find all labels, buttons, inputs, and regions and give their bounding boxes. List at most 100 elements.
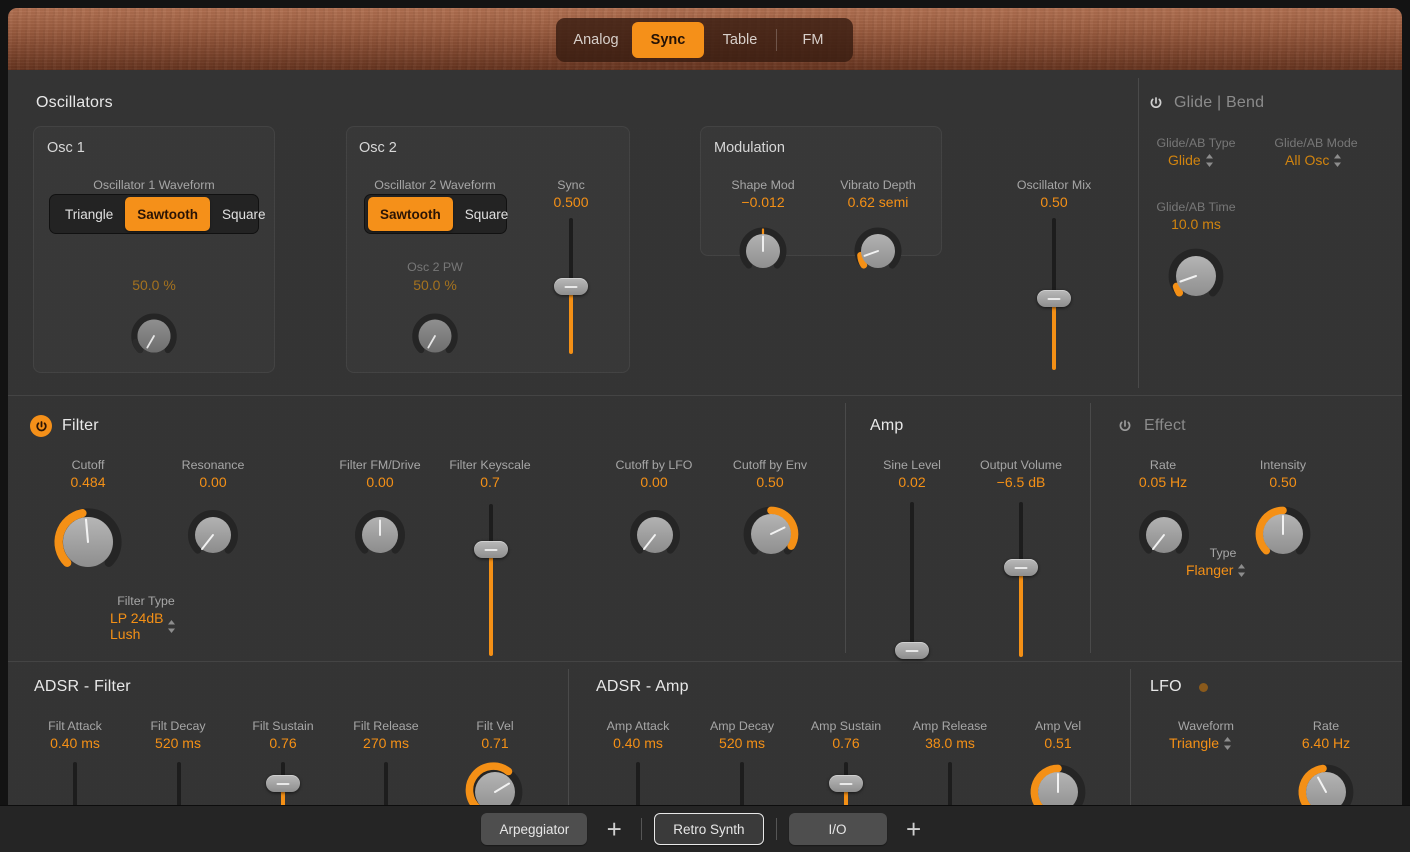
sync-value: 0.500	[553, 194, 589, 210]
cutoff-by-lfo-value: 0.00	[640, 474, 668, 490]
glide-time-label: Glide/AB Time	[1156, 200, 1236, 214]
output-volume-label: Output Volume	[980, 458, 1062, 472]
section-title-filter: Filter	[62, 417, 99, 434]
sine-level-label: Sine Level	[883, 458, 941, 472]
osc2-waveform-sawtooth[interactable]: Sawtooth	[368, 197, 453, 231]
filter-type-value-line2: Lush	[110, 626, 141, 642]
shape-mod-value: −0.012	[741, 194, 785, 210]
filter-fm-drive-knob[interactable]	[349, 504, 411, 566]
footer-divider-right	[775, 818, 777, 840]
cutoff-label: Cutoff	[71, 458, 105, 472]
osc2-waveform-label: Oscillator 2 Waveform	[374, 178, 496, 192]
glide-type-label: Glide/AB Type	[1156, 136, 1236, 150]
resonance-label: Resonance	[181, 458, 245, 472]
cutoff-by-lfo-knob[interactable]	[624, 504, 686, 566]
tab-fm[interactable]: FM	[777, 22, 849, 58]
chevron-updown-icon	[1205, 153, 1214, 167]
filter-power-button[interactable]	[30, 415, 52, 437]
effect-type-popup[interactable]: Flanger	[1186, 562, 1246, 578]
filter-fm-drive-label: Filter FM/Drive	[339, 458, 421, 472]
arpeggiator-button[interactable]: Arpeggiator	[481, 813, 588, 845]
tab-sync[interactable]: Sync	[632, 22, 704, 58]
effect-intensity-label: Intensity	[1259, 458, 1307, 472]
filter-keyscale-label: Filter Keyscale	[449, 458, 531, 472]
sine-level-slider[interactable]	[892, 502, 932, 659]
cutoff-by-lfo-label: Cutoff by LFO	[615, 458, 693, 472]
plugin-name-button[interactable]: Retro Synth	[654, 813, 764, 845]
osc2-waveform-switch[interactable]: Sawtooth Square	[364, 194, 508, 234]
shape-mod-label: Shape Mod	[731, 178, 795, 192]
engine-tab-group[interactable]: Analog Sync Table FM	[556, 18, 853, 62]
filter-type-popup[interactable]: LP 24dB Lush	[110, 610, 176, 642]
oscillator-mix-slider[interactable]	[1034, 218, 1074, 370]
filter-type-label: Filter Type	[117, 594, 175, 608]
plugin-body: Analog Sync Table FM Oscillators Osc 1 O…	[8, 8, 1402, 845]
amp-sustain-label: Amp Sustain	[810, 719, 882, 733]
glide-mode-popup[interactable]: All Osc	[1285, 152, 1342, 168]
filt-decay-value: 520 ms	[155, 735, 201, 751]
section-title-adsr-filter: ADSR - Filter	[34, 678, 131, 695]
amp-attack-value: 0.40 ms	[613, 735, 663, 751]
amp-decay-value: 520 ms	[719, 735, 765, 751]
add-right-button[interactable]: +	[899, 814, 929, 844]
tab-analog[interactable]: Analog	[560, 22, 632, 58]
cutoff-by-env-value: 0.50	[756, 474, 784, 490]
osc2-pw-label: Osc 2 PW	[407, 260, 463, 274]
section-title-amp: Amp	[870, 417, 904, 434]
effect-power-button[interactable]	[1114, 415, 1136, 437]
glide-type-popup[interactable]: Glide	[1168, 152, 1214, 168]
filt-release-label: Filt Release	[353, 719, 419, 733]
oscillator-mix-value: 0.50	[1040, 194, 1068, 210]
glide-mode-label: Glide/AB Mode	[1274, 136, 1358, 150]
osc2-title: Osc 2	[359, 140, 397, 156]
filt-attack-value: 0.40 ms	[50, 735, 100, 751]
divider-effect	[1090, 403, 1091, 653]
filter-keyscale-slider[interactable]	[471, 504, 511, 656]
glide-power-button[interactable]	[1145, 92, 1167, 114]
lfo-led-indicator	[1199, 683, 1208, 692]
shape-mod-knob[interactable]	[734, 222, 792, 280]
osc2-pw-knob[interactable]	[407, 308, 463, 364]
glide-time-knob[interactable]	[1162, 242, 1230, 310]
section-title-effect: Effect	[1144, 417, 1186, 434]
amp-decay-label: Amp Decay	[709, 719, 775, 733]
chevron-updown-icon	[1237, 563, 1246, 577]
section-title-lfo: LFO	[1150, 678, 1182, 695]
io-button[interactable]: I/O	[788, 813, 887, 845]
osc2-pw-value: 50.0 %	[413, 277, 457, 293]
add-left-button[interactable]: +	[599, 814, 629, 844]
sine-level-value: 0.02	[898, 474, 926, 490]
oscillator-mix-label: Oscillator Mix	[1016, 178, 1092, 192]
synth-window: Analog Sync Table FM Oscillators Osc 1 O…	[0, 0, 1410, 852]
chevron-updown-icon	[1223, 736, 1232, 750]
lfo-waveform-popup[interactable]: Triangle	[1169, 735, 1232, 751]
osc1-waveform-triangle[interactable]: Triangle	[53, 197, 125, 231]
plugin-footer-bar: Arpeggiator + Retro Synth I/O +	[0, 805, 1410, 852]
osc1-pw-knob[interactable]	[126, 308, 182, 364]
cutoff-knob[interactable]	[46, 500, 130, 584]
filter-keyscale-value: 0.7	[480, 474, 500, 490]
amp-release-label: Amp Release	[912, 719, 988, 733]
amp-attack-label: Amp Attack	[606, 719, 670, 733]
tab-table[interactable]: Table	[704, 22, 776, 58]
vibrato-depth-value: 0.62 semi	[847, 194, 909, 210]
resonance-knob[interactable]	[182, 504, 244, 566]
sync-label: Sync	[557, 178, 585, 192]
sync-slider[interactable]	[551, 218, 591, 354]
resonance-value: 0.00	[199, 474, 227, 490]
cutoff-by-env-knob[interactable]	[737, 500, 805, 568]
osc1-waveform-square[interactable]: Square	[210, 197, 278, 231]
osc1-waveform-switch[interactable]: Triangle Sawtooth Square	[49, 194, 266, 234]
lfo-rate-value: 6.40 Hz	[1301, 735, 1351, 751]
divider-glide	[1138, 78, 1139, 388]
osc1-waveform-sawtooth[interactable]: Sawtooth	[125, 197, 211, 231]
lfo-waveform-label: Waveform	[1178, 719, 1234, 733]
output-volume-slider[interactable]	[1001, 502, 1041, 657]
section-title-oscillators: Oscillators	[36, 94, 113, 111]
amp-release-value: 38.0 ms	[925, 735, 975, 751]
osc1-title: Osc 1	[47, 140, 85, 156]
effect-type-value: Flanger	[1186, 562, 1234, 578]
vibrato-depth-knob[interactable]	[849, 222, 907, 280]
modulation-title: Modulation	[714, 140, 785, 156]
osc2-waveform-square[interactable]: Square	[453, 197, 521, 231]
